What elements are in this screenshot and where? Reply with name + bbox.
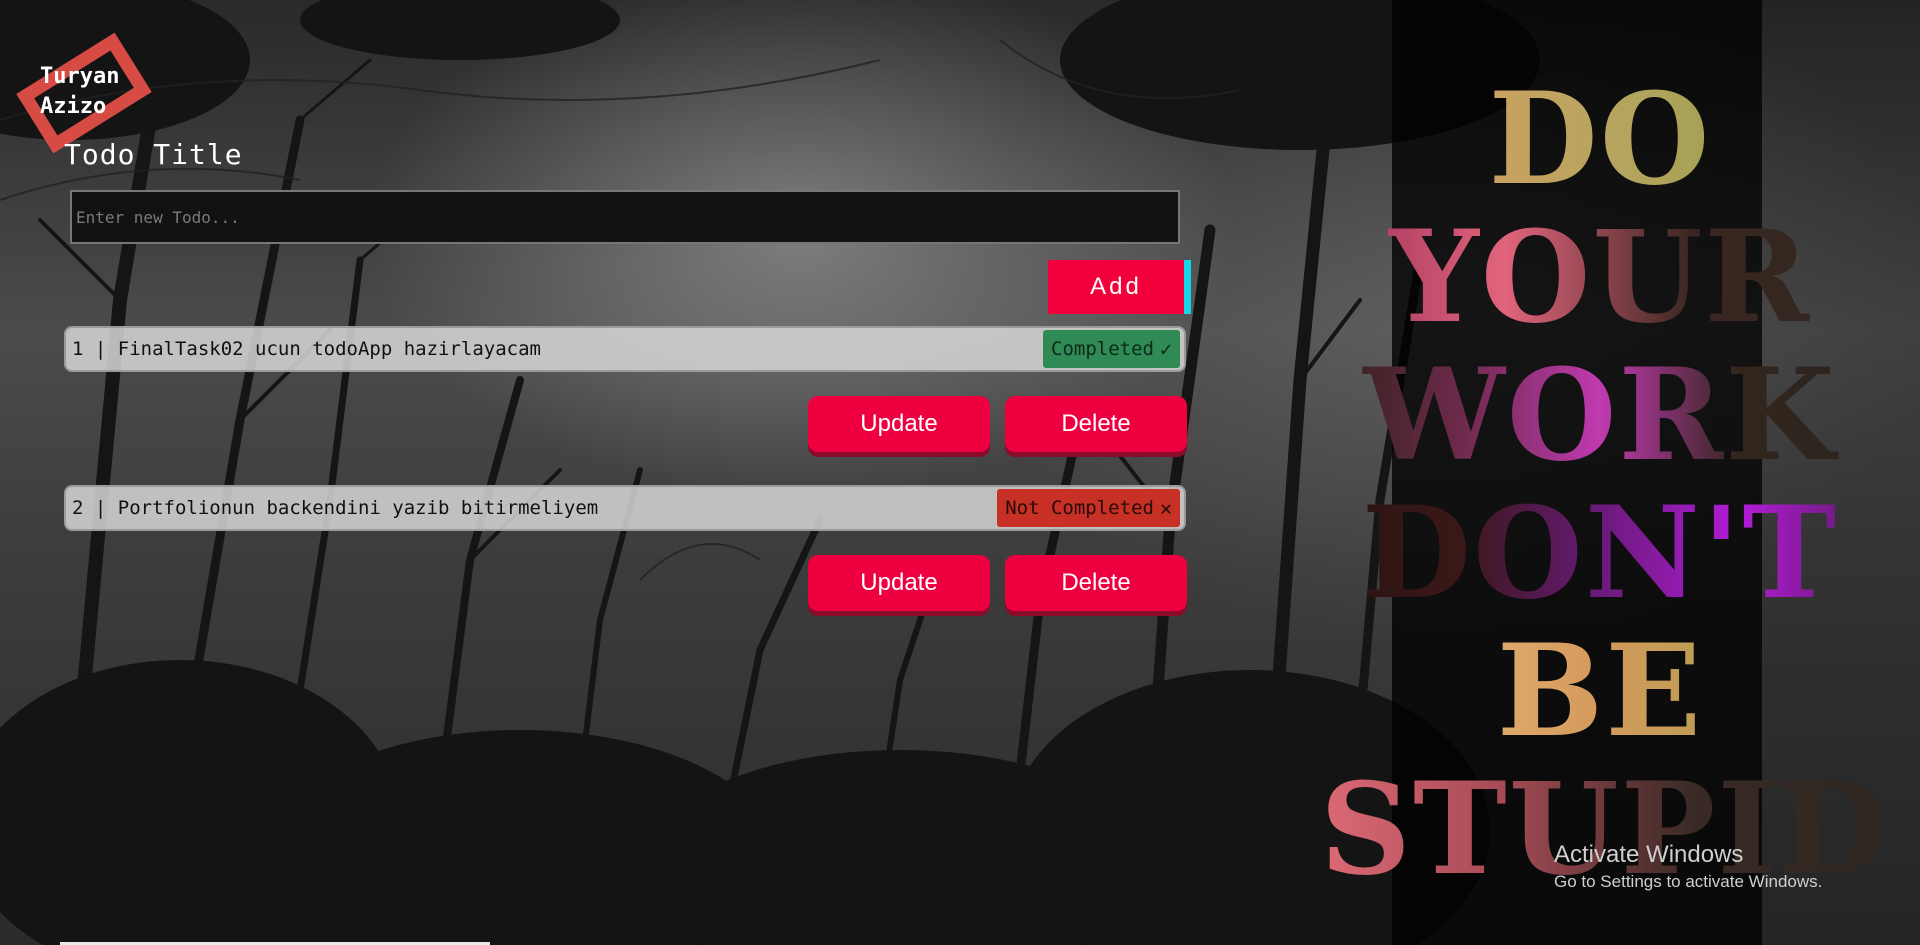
- status-badge-completed[interactable]: Completed ✓: [1043, 330, 1180, 368]
- add-button[interactable]: Add: [1048, 260, 1191, 314]
- quote-line-5: BE: [1320, 622, 1880, 760]
- update-button-1[interactable]: Update: [808, 396, 990, 452]
- status-label: Not Completed: [1005, 497, 1154, 519]
- status-badge-not-completed[interactable]: Not Completed ✕: [997, 489, 1180, 527]
- logo: Turyan Azizo: [8, 26, 158, 156]
- todo-item-2: 2 | Portfolionun backendini yazib bitirm…: [64, 485, 1186, 531]
- quote-line-2: YOUR: [1320, 208, 1880, 346]
- todo-item-1: 1 | FinalTask02 ucun todoApp hazirlayaca…: [64, 326, 1186, 372]
- todo-item-text: 2 | Portfolionun backendini yazib bitirm…: [72, 497, 599, 519]
- watermark-title: Activate Windows: [1554, 841, 1744, 868]
- motivational-quote: DO YOUR WORK DON'T BE STUPID: [1320, 70, 1888, 898]
- todo-input[interactable]: [70, 190, 1180, 244]
- cross-icon: ✕: [1159, 496, 1172, 520]
- quote-line-3: WORK: [1320, 346, 1880, 484]
- watermark-subtitle: Go to Settings to activate Windows.: [1554, 872, 1823, 891]
- todo-item-text: 1 | FinalTask02 ucun todoApp hazirlayaca…: [72, 338, 541, 360]
- delete-button-2[interactable]: Delete: [1005, 555, 1187, 611]
- update-button-2[interactable]: Update: [808, 555, 990, 611]
- logo-line-1: Turyan: [40, 64, 120, 89]
- todo-title-label: Todo Title: [64, 138, 243, 171]
- quote-line-4: DON'T: [1320, 484, 1880, 622]
- checkmark-icon: ✓: [1159, 337, 1172, 361]
- logo-line-2: Azizo: [40, 94, 107, 119]
- activate-windows-watermark: Activate Windows Go to Settings to activ…: [1554, 840, 1822, 894]
- quote-line-1: DO: [1320, 70, 1880, 208]
- status-label: Completed: [1051, 338, 1154, 360]
- logo-text: Turyan Azizo: [40, 62, 119, 122]
- delete-button-1[interactable]: Delete: [1005, 396, 1187, 452]
